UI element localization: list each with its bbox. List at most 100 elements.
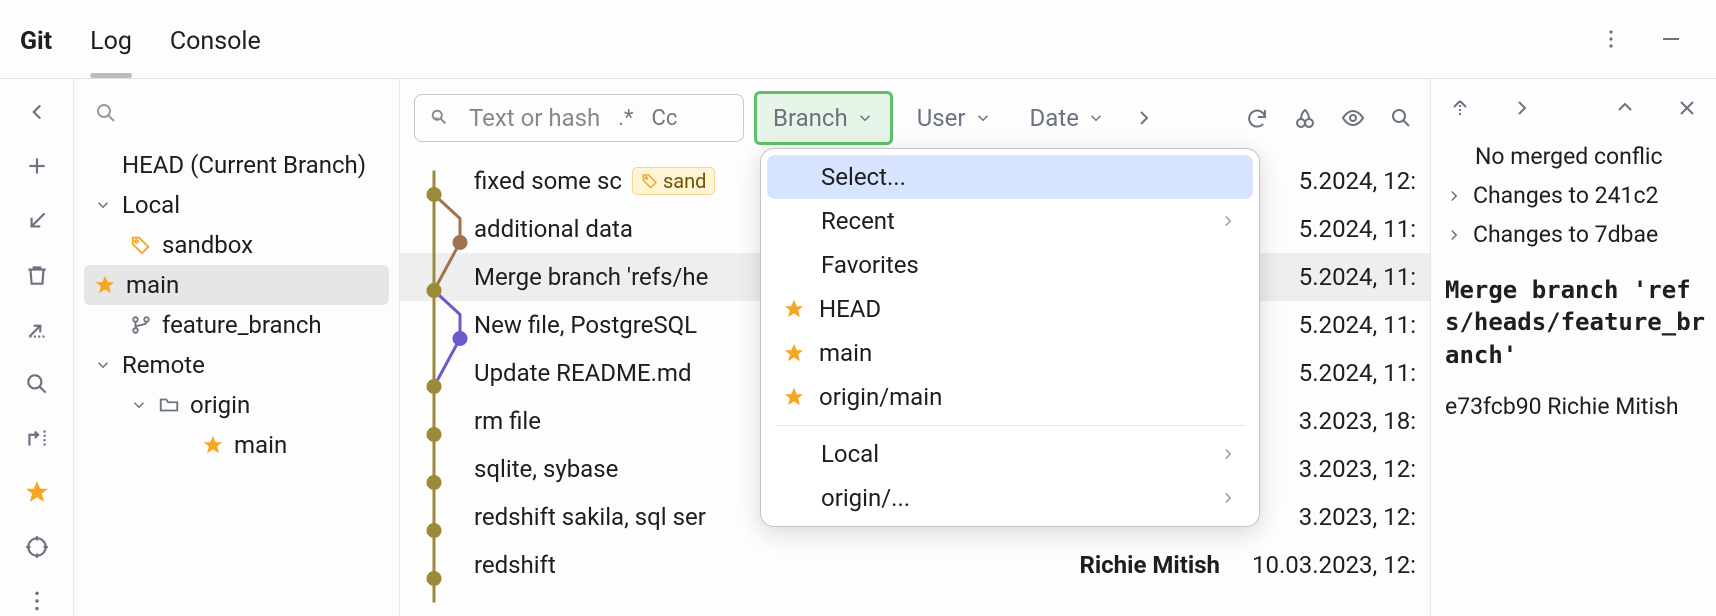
- dropdown-favorites-label: Favorites: [821, 251, 1237, 279]
- dropdown-favorites[interactable]: Favorites: [761, 243, 1259, 287]
- search-icon[interactable]: [20, 368, 54, 398]
- dropdown-origin-main-label: origin/main: [819, 383, 1237, 411]
- search-placeholder: Text or hash: [469, 104, 600, 132]
- tag-icon: [130, 234, 152, 256]
- tree-local-group[interactable]: Local: [74, 185, 399, 225]
- dropdown-recent[interactable]: Recent: [761, 199, 1259, 243]
- chevron-down-icon: [130, 396, 148, 414]
- target-icon[interactable]: [20, 531, 54, 561]
- commit-message: sqlite, sybase: [474, 455, 618, 483]
- dropdown-main[interactable]: main: [761, 331, 1259, 375]
- commit-hash-author: e73fcb90 Richie Mitish: [1445, 377, 1712, 423]
- tab-console[interactable]: Console: [170, 27, 261, 78]
- commit-tag[interactable]: sand: [632, 167, 716, 195]
- dropdown-origin[interactable]: origin/...: [761, 476, 1259, 520]
- more-vertical-icon[interactable]: [20, 586, 54, 616]
- chevron-right-icon: [1219, 212, 1237, 230]
- expand-icon[interactable]: [1610, 93, 1640, 123]
- commit-message: Merge branch 'refs/he: [474, 263, 708, 291]
- changes-label: Changes to 7dbae: [1473, 221, 1658, 248]
- filter-user-label: User: [917, 104, 966, 132]
- tree-remote-group[interactable]: Remote: [74, 345, 399, 385]
- tree-origin-main[interactable]: main: [74, 425, 399, 465]
- back-icon[interactable]: [20, 97, 54, 127]
- favorites-icon[interactable]: [20, 477, 54, 507]
- star-icon: [94, 274, 116, 296]
- eye-icon[interactable]: [1338, 103, 1368, 133]
- tree-origin-main-label: main: [234, 431, 287, 459]
- changes-group-1[interactable]: Changes to 241c2: [1445, 176, 1712, 215]
- search-input[interactable]: Text or hash .* Cc: [414, 94, 744, 142]
- commit-date: 5.2024, 12:: [1240, 167, 1430, 195]
- collapse-tree-icon[interactable]: [1445, 93, 1475, 123]
- tree-sandbox[interactable]: sandbox: [74, 225, 399, 265]
- filter-date[interactable]: Date: [1016, 96, 1119, 140]
- cherry-pick-icon[interactable]: [1290, 103, 1320, 133]
- filter-branch[interactable]: Branch: [754, 91, 893, 145]
- star-icon: [783, 342, 805, 364]
- chevron-down-icon: [974, 109, 992, 127]
- search-dropdown-icon: [429, 107, 451, 129]
- commit-message: fixed some sc: [474, 167, 622, 195]
- tree-sandbox-label: sandbox: [162, 231, 253, 259]
- filter-bar: Text or hash .* Cc Branch User Date: [400, 79, 1430, 157]
- side-toolbar: [0, 79, 74, 616]
- close-diff-icon[interactable]: [1672, 93, 1702, 123]
- more-filters-icon[interactable]: [1129, 103, 1159, 133]
- forward-icon[interactable]: [1507, 93, 1537, 123]
- commit-date: 3.2023, 12:: [1240, 503, 1430, 531]
- dropdown-select[interactable]: Select...: [767, 155, 1253, 199]
- commit-date: 5.2024, 11:: [1240, 263, 1430, 291]
- commit-full-message: Merge branch 'refs/heads/feature_branch': [1445, 254, 1712, 377]
- commit-row[interactable]: redshift Richie Mitish 10.03.2023, 12:: [400, 541, 1430, 589]
- chevron-right-icon: [1219, 445, 1237, 463]
- commit-message: Update README.md: [474, 359, 692, 387]
- chevron-right-icon: [1445, 187, 1463, 205]
- tab-git[interactable]: Git: [20, 27, 52, 78]
- push-icon[interactable]: [20, 314, 54, 344]
- commit-message: rm file: [474, 407, 541, 435]
- tree-origin-label: origin: [190, 391, 250, 419]
- branch-dropdown: Select... Recent Favorites HEAD main ori…: [760, 148, 1260, 527]
- add-icon[interactable]: [20, 151, 54, 181]
- minimize-icon[interactable]: [1656, 24, 1686, 54]
- tree-head-label: HEAD (Current Branch): [122, 151, 366, 179]
- pull-icon[interactable]: [20, 206, 54, 236]
- branch-tree: HEAD (Current Branch) Local sandbox main…: [74, 79, 399, 616]
- tree-search-icon[interactable]: [74, 95, 399, 145]
- dropdown-main-label: main: [819, 339, 1237, 367]
- compare-branch-icon[interactable]: [20, 423, 54, 453]
- commit-message: redshift sakila, sql ser: [474, 503, 706, 531]
- tree-origin-group[interactable]: origin: [74, 385, 399, 425]
- commit-author: Richie Mitish: [1040, 551, 1240, 579]
- more-options-icon[interactable]: [1596, 24, 1626, 54]
- tree-main[interactable]: main: [84, 265, 389, 305]
- dropdown-local[interactable]: Local: [761, 432, 1259, 476]
- refresh-icon[interactable]: [1242, 103, 1272, 133]
- dropdown-select-label: Select...: [821, 163, 1231, 191]
- commit-message: additional data: [474, 215, 633, 243]
- no-conflicts-label: No merged conflic: [1445, 137, 1712, 176]
- dropdown-head[interactable]: HEAD: [761, 287, 1259, 331]
- tab-log[interactable]: Log: [90, 27, 132, 78]
- delete-icon[interactable]: [20, 260, 54, 290]
- case-toggle[interactable]: Cc: [652, 106, 678, 131]
- folder-icon: [158, 394, 180, 416]
- commit-date: 10.03.2023, 12:: [1240, 551, 1430, 579]
- changes-group-2[interactable]: Changes to 7dbae: [1445, 215, 1712, 254]
- regex-toggle[interactable]: .*: [618, 106, 633, 131]
- commit-date: 3.2023, 12:: [1240, 455, 1430, 483]
- dropdown-origin-label: origin/...: [821, 484, 1205, 512]
- chevron-down-icon: [94, 356, 112, 374]
- commit-tag-label: sand: [663, 169, 707, 193]
- filter-user[interactable]: User: [903, 96, 1006, 140]
- dropdown-origin-main[interactable]: origin/main: [761, 375, 1259, 419]
- chevron-down-icon: [94, 196, 112, 214]
- details-pane: No merged conflic Changes to 241c2 Chang…: [1430, 79, 1716, 616]
- chevron-right-icon: [1219, 489, 1237, 507]
- tree-head[interactable]: HEAD (Current Branch): [74, 145, 399, 185]
- dropdown-local-label: Local: [821, 440, 1205, 468]
- chevron-right-icon: [1445, 226, 1463, 244]
- tree-feature-branch[interactable]: feature_branch: [74, 305, 399, 345]
- search-log-icon[interactable]: [1386, 103, 1416, 133]
